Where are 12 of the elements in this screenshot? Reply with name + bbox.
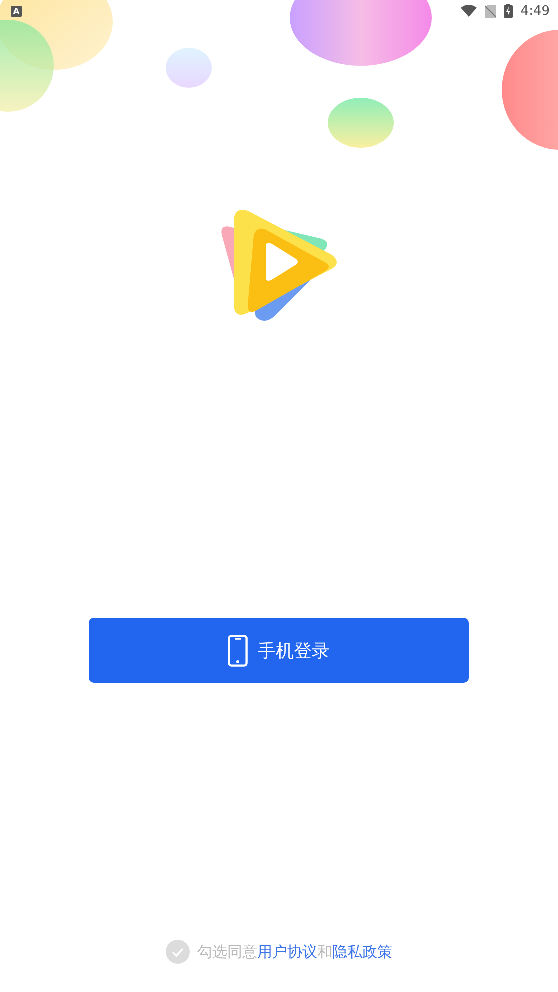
battery-icon — [504, 4, 513, 18]
wifi-icon — [460, 5, 477, 17]
notification-icon: A — [11, 6, 22, 16]
clock-time: 4:49 — [520, 4, 550, 18]
user-agreement-link[interactable]: 用户协议 — [258, 942, 318, 960]
privacy-policy-link[interactable]: 隐私政策 — [332, 942, 392, 960]
agreement-text: 勾选同意用户协议和隐私政策 — [198, 942, 392, 962]
check-icon — [172, 948, 184, 956]
phone-login-button[interactable]: 手机登录 — [89, 618, 469, 683]
phone-icon — [228, 634, 248, 666]
no-sim-icon — [484, 4, 496, 18]
agree-checkbox[interactable] — [166, 940, 190, 964]
